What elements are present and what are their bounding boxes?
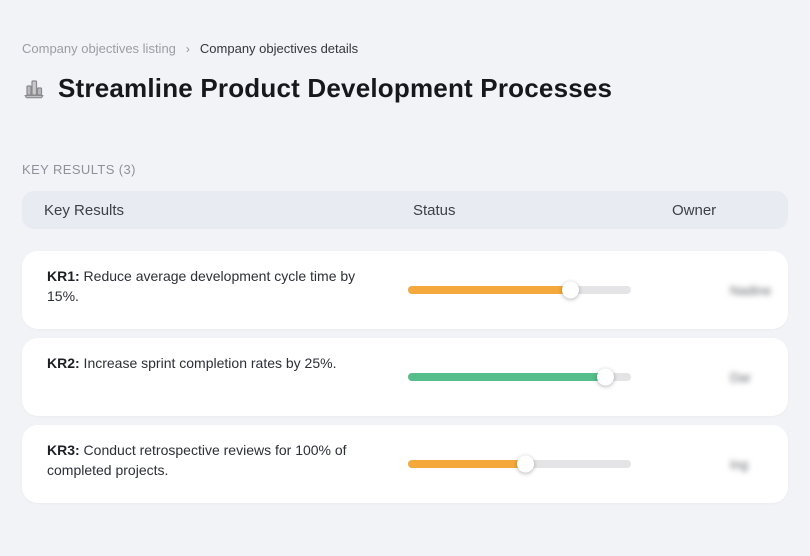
objective-details-page: Company objectives listing › Company obj…	[0, 0, 810, 503]
kr2-label: KR2:	[47, 355, 80, 371]
kr1-description: Reduce average development cycle time by…	[47, 268, 356, 304]
column-header-key-results: Key Results	[44, 201, 125, 219]
key-result-row-kr2[interactable]: KR2: Increase sprint completion rates by…	[22, 338, 788, 416]
key-result-row-kr1[interactable]: KR1: Reduce average development cycle ti…	[22, 251, 788, 329]
title-row: Streamline Product Development Processes	[22, 73, 788, 104]
owner-name: Ing	[730, 456, 749, 472]
kr3-status-cell	[408, 455, 672, 473]
avatar	[672, 357, 712, 397]
owner-name: Dar	[730, 369, 751, 385]
key-result-row-kr3[interactable]: KR3: Conduct retrospective reviews for 1…	[22, 425, 788, 503]
kr3-text: KR3: Conduct retrospective reviews for 1…	[22, 425, 408, 480]
kr3-description: Conduct retrospective reviews for 100% o…	[47, 442, 347, 478]
kr1-label: KR1:	[47, 268, 80, 284]
kr2-text: KR2: Increase sprint completion rates by…	[22, 338, 408, 373]
kr1-text: KR1: Reduce average development cycle ti…	[22, 251, 408, 306]
breadcrumb-parent-link[interactable]: Company objectives listing	[22, 41, 176, 56]
chevron-right-icon: ›	[185, 41, 190, 56]
kr1-owner-cell: Nadine	[672, 270, 788, 310]
kr3-owner-cell: Ing	[672, 444, 788, 484]
avatar	[672, 270, 712, 310]
kr3-progress-slider[interactable]	[408, 455, 631, 473]
column-header-owner: Owner	[672, 201, 717, 219]
kr1-progress-slider[interactable]	[408, 281, 631, 299]
progress-thumb[interactable]	[561, 281, 579, 299]
key-results-section-label: KEY RESULTS (3)	[22, 162, 136, 177]
progress-thumb[interactable]	[597, 368, 615, 386]
breadcrumb-current: Company objectives details	[199, 41, 359, 56]
key-results-list: KR1: Reduce average development cycle ti…	[22, 251, 788, 503]
kr2-owner-cell: Dar	[672, 357, 788, 397]
kr2-status-cell	[408, 368, 672, 386]
avatar	[672, 444, 712, 484]
kr3-label: KR3:	[47, 442, 80, 458]
page-title: Streamline Product Development Processes	[58, 73, 613, 103]
breadcrumb: Company objectives listing › Company obj…	[22, 41, 788, 56]
progress-thumb[interactable]	[517, 455, 535, 473]
column-header-status: Status	[413, 201, 456, 219]
kr1-status-cell	[408, 281, 672, 299]
kr2-description: Increase sprint completion rates by 25%.	[79, 355, 337, 371]
progress-fill	[408, 460, 527, 468]
progress-fill	[408, 286, 571, 294]
table-header: Key Results Status Owner	[22, 191, 788, 229]
kr2-progress-slider[interactable]	[408, 368, 631, 386]
owner-name: Nadine	[730, 282, 772, 298]
progress-fill	[408, 373, 607, 381]
company-buildings-icon	[22, 77, 46, 101]
